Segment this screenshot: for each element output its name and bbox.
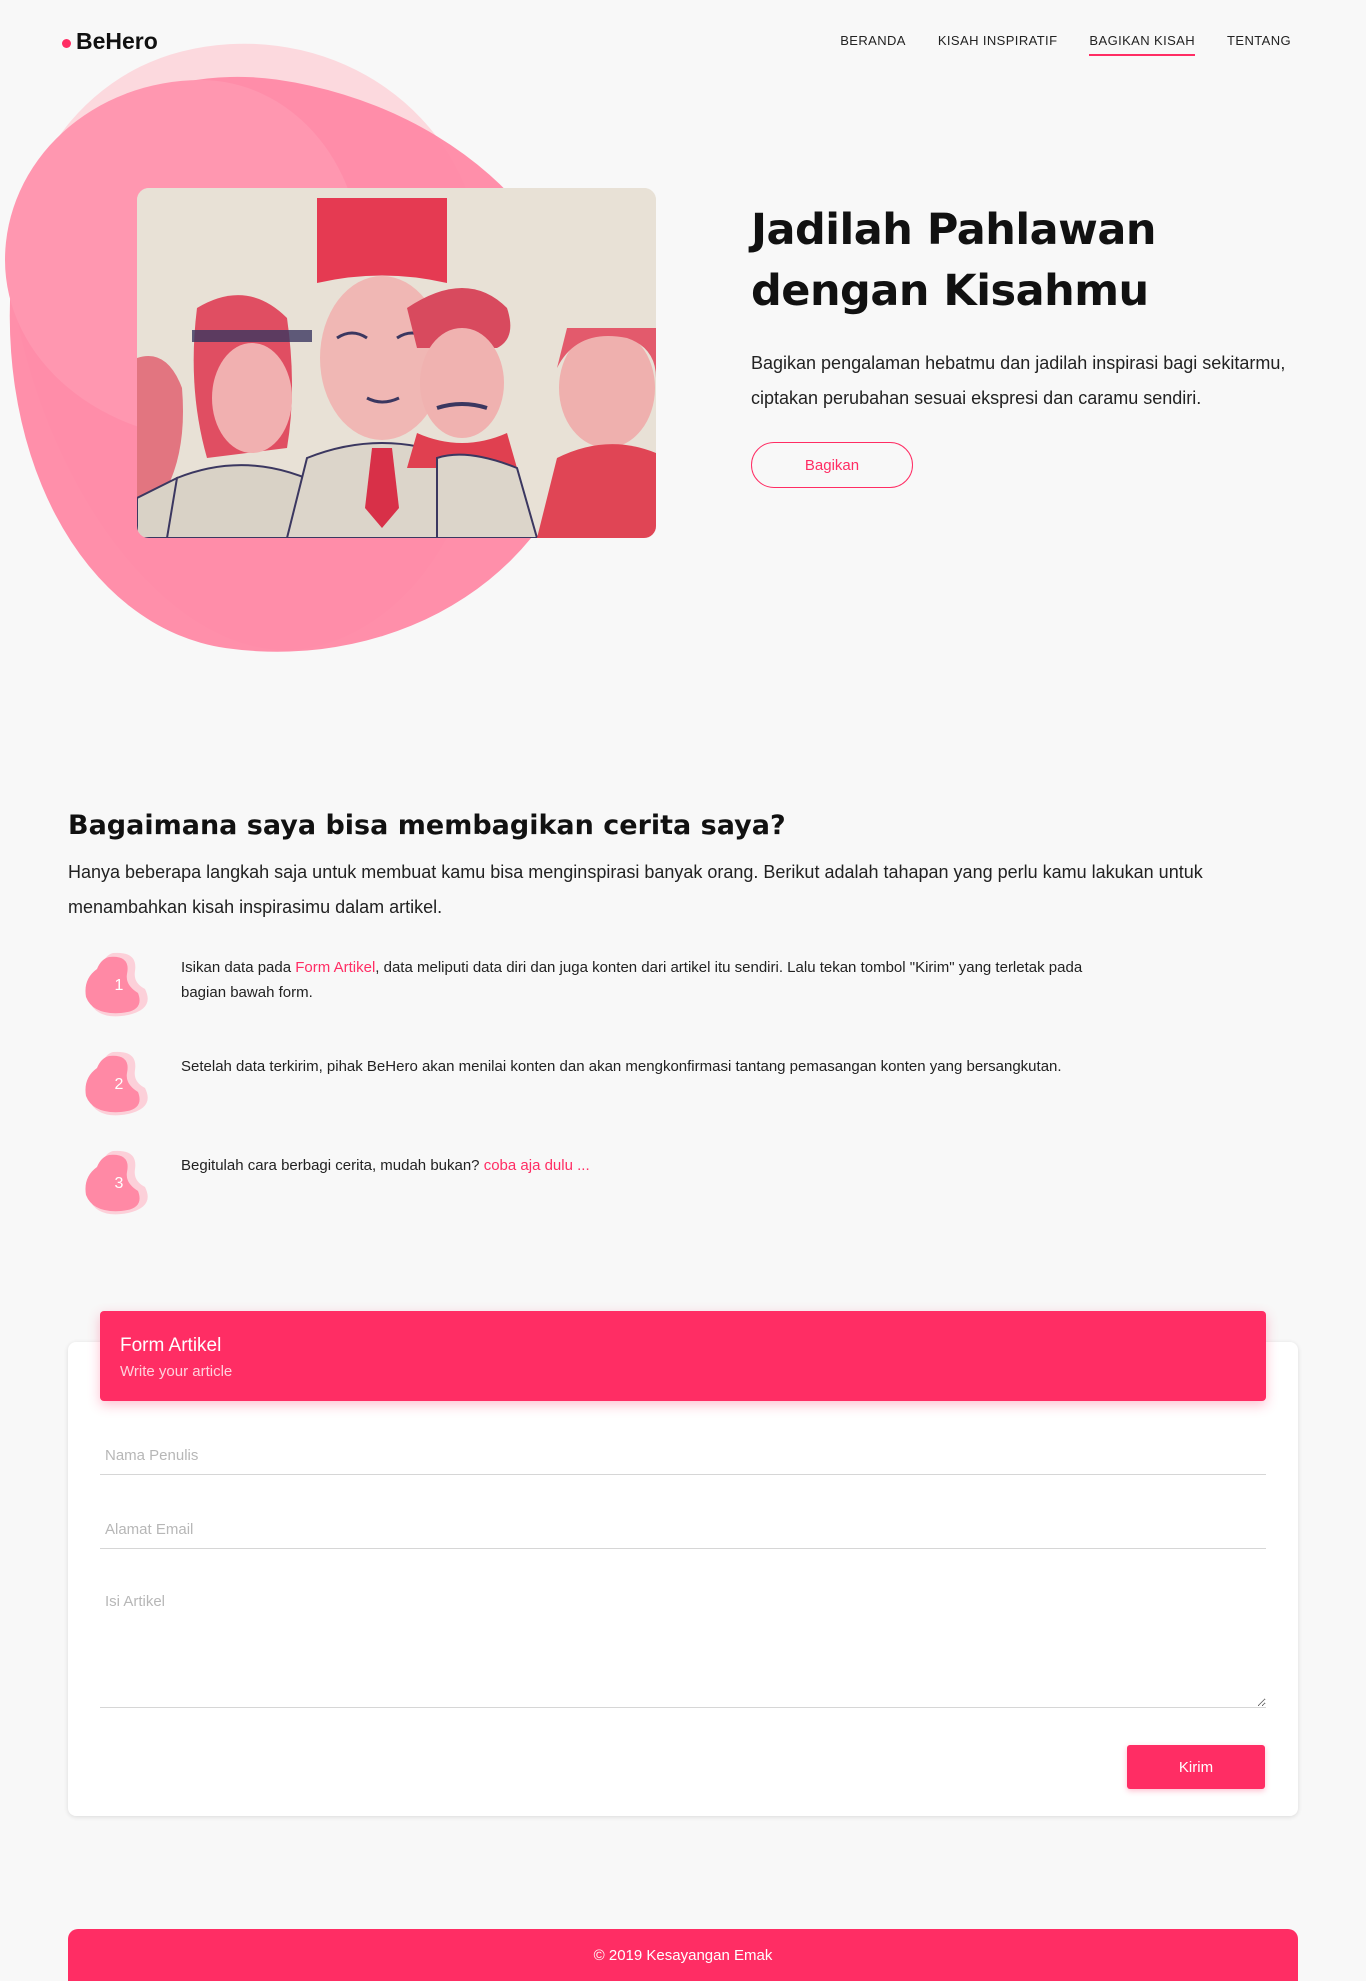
- brand-dot-icon: [62, 39, 71, 48]
- form-artikel-link[interactable]: Form Artikel: [295, 959, 375, 976]
- submit-button[interactable]: Kirim: [1127, 1745, 1265, 1789]
- step-item: 3 Begitulah cara berbagi cerita, mudah b…: [68, 1147, 1308, 1246]
- step-text: Begitulah cara berbagi cerita, mudah buk…: [181, 1153, 1101, 1178]
- email-input[interactable]: [100, 1511, 1266, 1549]
- hero-illustration: [137, 188, 656, 538]
- try-it-link[interactable]: coba aja dulu ...: [484, 1157, 590, 1174]
- step-text-part: Begitulah cara berbagi cerita, mudah buk…: [181, 1157, 484, 1174]
- step-item: 2 Setelah data terkirim, pihak BeHero ak…: [68, 1048, 1308, 1147]
- brand-name: BeHero: [76, 28, 158, 54]
- author-name-input[interactable]: [100, 1437, 1266, 1475]
- article-body-textarea[interactable]: [100, 1585, 1266, 1708]
- nav-links: BERANDA KISAH INSPIRATIF BAGIKAN KISAH T…: [840, 33, 1291, 56]
- step-text: Setelah data terkirim, pihak BeHero akan…: [181, 1058, 1062, 1075]
- step-number: 2: [114, 1076, 124, 1093]
- steps-list: 1 Isikan data pada Form Artikel, data me…: [68, 949, 1308, 1246]
- brand-logo[interactable]: BeHero: [62, 28, 158, 55]
- hero-title: Jadilah Pahlawan dengan Kisahmu: [751, 205, 1156, 316]
- nav-item-kisah-inspiratif[interactable]: KISAH INSPIRATIF: [938, 33, 1058, 56]
- step-badge-icon: 3: [83, 1147, 155, 1217]
- step-number: 1: [114, 977, 124, 994]
- step-number: 3: [114, 1175, 124, 1192]
- nav-item-bagikan-kisah[interactable]: BAGIKAN KISAH: [1089, 33, 1196, 56]
- how-description: Hanya beberapa langkah saja untuk membua…: [68, 862, 1203, 917]
- how-section: Bagaimana saya bisa membagikan cerita sa…: [68, 810, 1308, 1246]
- navbar: BeHero BERANDA KISAH INSPIRATIF BAGIKAN …: [0, 0, 1366, 84]
- hero-description: Bagikan pengalaman hebatmu dan jadilah i…: [751, 353, 1286, 408]
- step-text: Isikan data pada Form Artikel, data meli…: [181, 955, 1101, 1005]
- heroes-illustration-icon: [137, 188, 656, 538]
- step-badge-icon: 2: [83, 1048, 155, 1118]
- share-button[interactable]: Bagikan: [751, 442, 913, 488]
- nav-item-tentang[interactable]: TENTANG: [1227, 33, 1291, 56]
- step-item: 1 Isikan data pada Form Artikel, data me…: [68, 949, 1308, 1048]
- nav-item-beranda[interactable]: BERANDA: [840, 33, 906, 56]
- form-card: [68, 1342, 1298, 1816]
- step-text-part: Isikan data pada: [181, 959, 296, 976]
- form-header: Form Artikel Write your article: [100, 1311, 1266, 1401]
- how-title: Bagaimana saya bisa membagikan cerita sa…: [68, 810, 786, 841]
- step-badge-icon: 1: [83, 949, 155, 1019]
- hero-text: Jadilah Pahlawan dengan Kisahmu Bagikan …: [751, 200, 1311, 488]
- footer: © 2019 Kesayangan Emak: [68, 1929, 1298, 1981]
- form-title: Form Artikel: [120, 1335, 222, 1356]
- footer-copyright: © 2019 Kesayangan Emak: [593, 1946, 773, 1964]
- form-subtitle: Write your article: [120, 1363, 233, 1380]
